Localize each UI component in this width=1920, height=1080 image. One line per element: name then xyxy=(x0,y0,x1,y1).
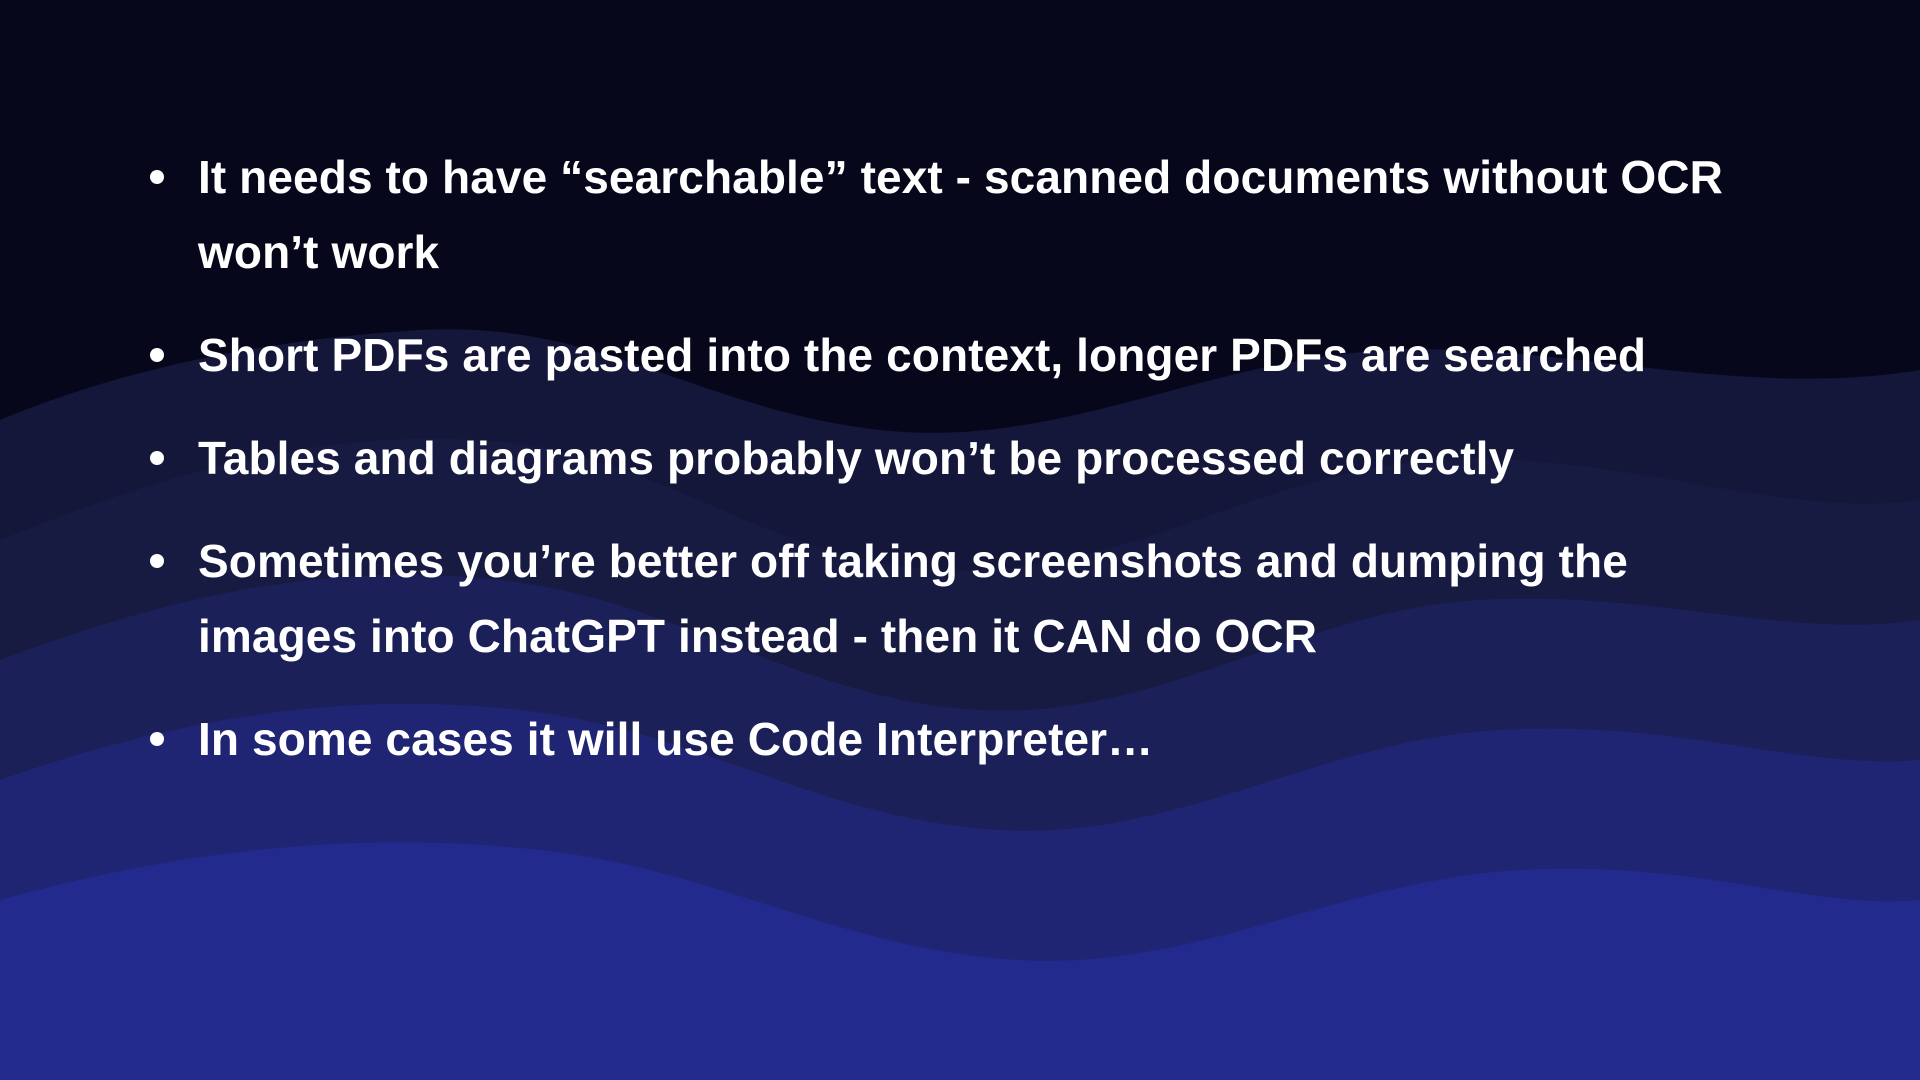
bullet-list: It needs to have “searchable” text - sca… xyxy=(150,140,1780,777)
list-item: Short PDFs are pasted into the context, … xyxy=(150,318,1780,393)
list-item: Tables and diagrams probably won’t be pr… xyxy=(150,421,1780,496)
list-item: Sometimes you’re better off taking scree… xyxy=(150,524,1780,674)
bullet-text: Sometimes you’re better off taking scree… xyxy=(198,535,1628,662)
bullet-text: In some cases it will use Code Interpret… xyxy=(198,713,1153,765)
slide-content: It needs to have “searchable” text - sca… xyxy=(0,0,1920,1080)
list-item: In some cases it will use Code Interpret… xyxy=(150,702,1780,777)
bullet-text: It needs to have “searchable” text - sca… xyxy=(198,151,1723,278)
list-item: It needs to have “searchable” text - sca… xyxy=(150,140,1780,290)
bullet-text: Short PDFs are pasted into the context, … xyxy=(198,329,1646,381)
bullet-text: Tables and diagrams probably won’t be pr… xyxy=(198,432,1514,484)
